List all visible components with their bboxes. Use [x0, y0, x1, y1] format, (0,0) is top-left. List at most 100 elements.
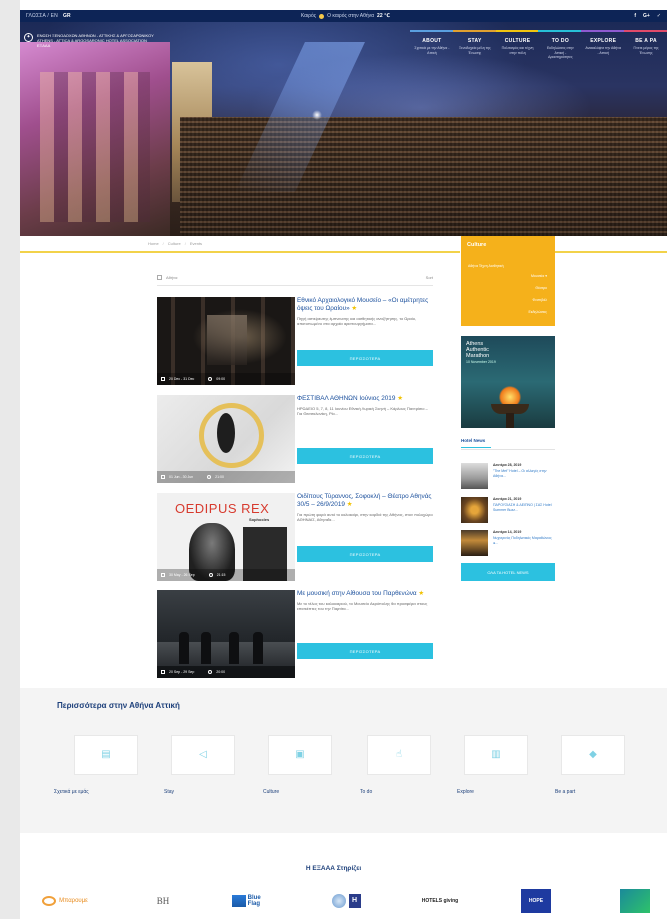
tile-label-culture[interactable]: Culture	[263, 789, 279, 795]
more-button[interactable]: ΠΕΡΙΣΣΟΤΕΡΑ	[297, 546, 433, 562]
event-time: 09:00	[216, 377, 226, 381]
support-title: Η ΕΞΑΑΑ Στηρίζει	[305, 865, 362, 872]
tile-label-about[interactable]: Σχετικά με εμάς	[54, 789, 89, 795]
star-icon: ★	[351, 305, 358, 312]
main-navigation: ABOUT Σχετικά με την Αθήνα - Αττική STAY…	[410, 30, 667, 72]
culture-link[interactable]: Φεστιβάλ	[533, 298, 547, 302]
more-button[interactable]: ΠΕΡΙΣΣΟΤΕΡΑ	[297, 350, 433, 366]
event-photo-museum[interactable]: 20 Dec - 31 Dec 09:00	[157, 297, 295, 385]
twitter-icon[interactable]: ✓	[657, 13, 661, 19]
partner-name: BH	[156, 895, 170, 906]
calendar-icon	[161, 670, 165, 674]
more-button[interactable]: ΠΕΡΙΣΣΟΤΕΡΑ	[297, 643, 433, 659]
list-filter-label[interactable]: Αθήνα	[166, 275, 177, 280]
site-logo[interactable]: ✦ ΕΝΩΣΗ ΞΕΝΟΔΟΧΩΝ ΑΘΗΝΩΝ - ΑΤΤΙΚΗΣ & ΑΡΓ…	[24, 33, 197, 48]
event-date: 30 May - 26 Sep	[169, 573, 195, 577]
news-thumbnail	[461, 530, 488, 556]
calendar-icon	[161, 377, 165, 381]
calendar-icon	[161, 475, 165, 479]
nav-stay-label: STAY	[467, 38, 482, 44]
tile-explore[interactable]: ▥	[464, 735, 528, 775]
event-meta: 30 May - 26 Sep 21:15	[157, 569, 295, 581]
language-switcher[interactable]: ΓΛΩΣΣΑ / EN GR	[26, 13, 71, 19]
culture-link[interactable]: Θέατρο	[535, 286, 547, 290]
musician-figure	[229, 632, 239, 664]
event-photo-festival[interactable]: 01 Jun - 30 Jun 21:00	[157, 395, 295, 483]
hero-stage-light	[312, 110, 322, 120]
news-date: Δευτέρα 21, 2019	[493, 497, 522, 501]
facebook-icon[interactable]: f	[634, 13, 636, 19]
partner-logo-mparoume[interactable]: Μπαρουμε	[30, 889, 100, 913]
event-description: Πηγή αστείρευτης έμπνευσης και αισθητική…	[297, 316, 417, 327]
event-photo-oedipus[interactable]: OEDIPUS REX Sophocles 30 May - 26 Sep 21…	[157, 493, 295, 581]
marathon-ad-banner[interactable]: Athens Authentic Marathon 10 November 20…	[461, 336, 555, 428]
news-item[interactable]: Δευτέρα 28, 2019 "The Met" Hotel – Οι αλ…	[461, 463, 555, 491]
news-title[interactable]: ΠΑΡΟΥΣΙΑΣΗ & ΔΕΙΠΝΟ | ΣΑΣ Hotel Summer B…	[493, 503, 553, 512]
event-description: ΗΡΩΔΕΙΟ 5, 7, 8, 11 Ιουνίου Εθνική Λυρικ…	[297, 406, 428, 417]
event-title[interactable]: Οιδίπους Τύραννος, Σοφοκλή – Θέατρο Αθην…	[297, 493, 433, 509]
cauldron-stem	[506, 413, 514, 428]
chat-icon: ▣	[295, 749, 305, 760]
shirt-icon: ▥	[491, 749, 501, 760]
nav-culture[interactable]: CULTURE Πολιτισμός και τέχνη στην πόλη	[495, 30, 539, 72]
partner-logo-hotels-giving[interactable]: HOTELS giving	[420, 889, 460, 913]
news-title[interactable]: "The Met" Hotel – Οι αλλαγές στην Αθήνα.…	[493, 469, 553, 478]
event-description: Με το τέλος του καλοκαιριού, το Μουσείο …	[297, 601, 428, 612]
nav-to-do[interactable]: TO DO Εκδηλώσεις στην Αττική - Δραστηριό…	[538, 30, 582, 72]
partner-name: Blue Flag	[247, 895, 261, 907]
more-button[interactable]: ΠΕΡΙΣΣΟΤΕΡΑ	[297, 448, 433, 464]
nav-about[interactable]: ABOUT Σχετικά με την Αθήνα - Αττική	[410, 30, 453, 72]
list-divider	[157, 285, 433, 286]
sort-dropdown[interactable]: Sort	[426, 275, 433, 280]
nav-about-label: ABOUT	[422, 38, 442, 44]
tile-be-a-part[interactable]: ◆	[561, 735, 625, 775]
news-item[interactable]: Δευτέρα 21, 2019 ΠΑΡΟΥΣΙΑΣΗ & ΔΕΙΠΝΟ | Σ…	[461, 497, 555, 525]
news-item[interactable]: Δευτέρα 14, 2019 Νυχτερινός Ποδηλατικός …	[461, 530, 555, 558]
google-plus-icon[interactable]: G+	[643, 13, 650, 19]
event-title[interactable]: Με μουσική στην Αίθουσα του Παρθενώνα ★	[297, 590, 433, 598]
tile-label-explore[interactable]: Explore	[457, 789, 474, 795]
culture-link[interactable]: Εκδηλώσεις	[528, 310, 547, 314]
tile-label-be-a-part[interactable]: Be a part	[555, 789, 575, 795]
event-meta: 01 Jun - 30 Jun 21:00	[157, 471, 295, 483]
tile-label-to-do[interactable]: To do	[360, 789, 372, 795]
social-links: f G+ ✓	[634, 13, 661, 19]
info-icon: ▤	[101, 749, 111, 760]
tile-stay[interactable]: ◁	[171, 735, 235, 775]
page-left-gutter	[0, 0, 20, 919]
event-meta: 20 Dec - 31 Dec 09:00	[157, 373, 295, 385]
tile-to-do[interactable]: ☝	[367, 735, 431, 775]
breadcrumb-culture[interactable]: Culture	[168, 241, 181, 246]
nav-stay[interactable]: STAY Ξενοδοχεία μέλη της Ένωσης	[452, 30, 496, 72]
partner-logo-h[interactable]: Η	[326, 889, 366, 913]
event-info: Οιδίπους Τύραννος, Σοφοκλή – Θέατρο Αθην…	[297, 493, 433, 581]
all-hotel-news-button[interactable]: ΟΛΑ ΤΑ HOTEL NEWS	[461, 563, 555, 581]
event-title[interactable]: Εθνικό Αρχαιολογικό Μουσείο – «Οι αμέτρη…	[297, 297, 433, 313]
event-time: 21:15	[216, 573, 226, 577]
breadcrumb-home[interactable]: Home	[148, 241, 159, 246]
language-active[interactable]: GR	[63, 13, 71, 19]
nav-be-a-part[interactable]: BE A PA Γίνετε μέρος της Ένωσης	[624, 30, 667, 72]
news-title[interactable]: Νυχτερινός Ποδηλατικός Μαραθώνιος ●...	[493, 536, 553, 545]
nav-be-a-part-label: BE A PA	[635, 38, 657, 44]
partner-logo-bh[interactable]: BH	[148, 889, 178, 913]
nav-culture-label: CULTURE	[504, 38, 531, 44]
grid-view-icon[interactable]	[157, 274, 162, 280]
tile-about[interactable]: ▤	[74, 735, 138, 775]
nav-explore[interactable]: EXPLORE Ανακαλύψτε την Αθήνα - Αττική	[581, 30, 624, 72]
tile-culture[interactable]: ▣	[268, 735, 332, 775]
flag-icon	[232, 895, 246, 907]
news-thumbnail	[461, 497, 488, 523]
culture-link[interactable]: Μουσεία ▾	[531, 274, 547, 278]
culture-sidebar-box: Culture Αθήνα Τέχνη Αισθητική Μουσεία ▾ …	[461, 236, 555, 326]
partner-logo-blue-flag[interactable]: Blue Flag	[232, 889, 274, 913]
partner-logo-hope[interactable]: HOPE	[521, 889, 551, 913]
event-title[interactable]: ΦΕΣΤΙΒΑΛ ΑΘΗΝΩΝ Ιούνιος 2019 ★	[297, 395, 433, 403]
culture-link[interactable]: Αθήνα Τέχνη Αισθητική	[468, 264, 504, 268]
clock-icon	[208, 573, 213, 577]
partner-logo-green[interactable]	[620, 889, 650, 913]
tile-label-stay[interactable]: Stay	[164, 789, 174, 795]
event-photo-concert[interactable]: 20 Sep - 29 Sep 20:00	[157, 590, 295, 678]
nav-be-a-part-sub: Γίνετε μέρος της Ένωσης	[633, 46, 659, 55]
news-date: Δευτέρα 14, 2019	[493, 530, 522, 534]
